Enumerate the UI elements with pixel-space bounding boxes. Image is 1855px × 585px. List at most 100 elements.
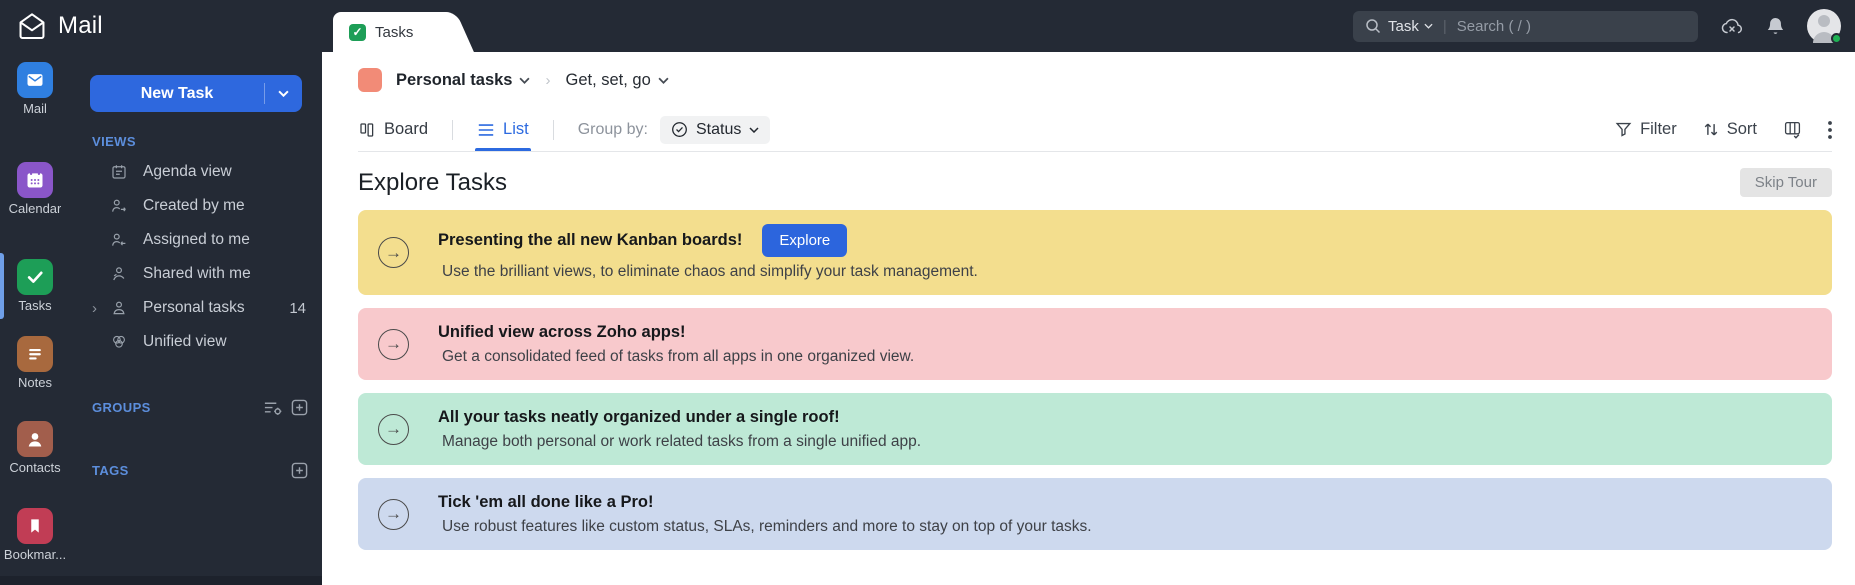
sidebar-item-agenda-view[interactable]: Agenda view [70, 155, 322, 189]
breadcrumb-list-dropdown[interactable]: Personal tasks [396, 71, 531, 90]
person-share-icon [110, 265, 130, 283]
rail-item-bookmarks[interactable]: Bookmar... [0, 508, 70, 562]
online-status-dot [1831, 33, 1842, 44]
chevron-down-icon [1424, 23, 1433, 29]
mail-logo-icon [16, 12, 48, 40]
banner-subtitle: Manage both personal or work related tas… [442, 432, 922, 450]
group-by-label: Group by: [577, 120, 648, 138]
left-dark-panel: Mail Calendar Tasks Notes Contacts Bookm… [0, 52, 322, 585]
more-options-button[interactable] [1828, 120, 1832, 139]
groups-header: GROUPS [92, 399, 322, 416]
zoho-mail-tasks-app: Mail ✓ Tasks Task | Search ( / ) Mail Ca… [0, 0, 1855, 585]
rail-item-notes[interactable]: Notes [0, 336, 70, 390]
chevron-down-icon [658, 77, 669, 84]
sidebar-item-unified-view[interactable]: Unified view [70, 325, 322, 359]
banner-subtitle: Use robust features like custom status, … [442, 517, 1092, 535]
search-scope-dropdown[interactable]: Task [1388, 18, 1433, 35]
tour-banners: → Presenting the all new Kanban boards! … [358, 210, 1832, 550]
views-header: VIEWS [92, 134, 136, 149]
cloud-offline-icon[interactable] [1720, 16, 1744, 36]
notifications-bell-icon[interactable] [1766, 16, 1785, 37]
add-group-icon[interactable] [291, 399, 308, 416]
search-input[interactable]: Search ( / ) [1457, 18, 1531, 35]
banner-unified-view: → Unified view across Zoho apps! Get a c… [358, 308, 1832, 380]
calendar-icon [17, 162, 53, 198]
tab-tasks[interactable]: ✓ Tasks [333, 12, 441, 52]
sort-button[interactable]: Sort [1703, 120, 1757, 139]
banner-subtitle: Get a consolidated feed of tasks from al… [442, 347, 915, 365]
explore-button[interactable]: Explore [762, 224, 848, 257]
filter-funnel-icon [1615, 122, 1632, 137]
user-avatar[interactable] [1807, 9, 1842, 44]
person-arrow-in-icon [110, 231, 130, 249]
tab-list[interactable]: List [475, 108, 531, 151]
expand-chevron-icon[interactable]: › [92, 300, 97, 317]
tasks-icon [17, 259, 53, 295]
sidebar-bottom-strip [0, 576, 322, 585]
status-check-icon [672, 122, 687, 137]
group-by-status-dropdown[interactable]: Status [659, 115, 771, 144]
breadcrumb-separator: › [545, 71, 551, 89]
manage-groups-icon[interactable] [263, 400, 282, 416]
columns-icon [1784, 121, 1801, 139]
arrow-right-icon[interactable]: → [378, 498, 409, 530]
banner-title: Presenting the all new Kanban boards! [438, 231, 743, 249]
add-tag-icon[interactable] [291, 462, 308, 479]
agenda-icon [110, 163, 130, 181]
tab-label: Tasks [375, 23, 414, 41]
topbar-right: Task | Search ( / ) [1353, 9, 1855, 44]
page-title: Explore Tasks [358, 168, 507, 196]
skip-tour-button[interactable]: Skip Tour [1739, 168, 1832, 197]
zoho-mail-logo[interactable]: Mail [0, 12, 103, 40]
sidebar-item-created-by-me[interactable]: Created by me [70, 189, 322, 223]
rail-item-contacts[interactable]: Contacts [0, 421, 70, 475]
arrow-right-icon[interactable]: → [378, 413, 409, 445]
personal-tasks-count: 14 [289, 299, 306, 317]
sidebar-item-assigned-to-me[interactable]: Assigned to me [70, 223, 322, 257]
banner-title: Tick 'em all done like a Pro! [438, 492, 654, 511]
banner-pro: → Tick 'em all done like a Pro! Use robu… [358, 478, 1832, 550]
search-divider: | [1442, 17, 1447, 35]
sort-arrows-icon [1704, 123, 1718, 136]
search-bar[interactable]: Task | Search ( / ) [1353, 10, 1698, 42]
avatar-silhouette [1818, 15, 1830, 27]
arrow-right-icon[interactable]: → [378, 328, 409, 360]
banner-subtitle: Use the brilliant views, to eliminate ch… [442, 263, 978, 280]
sidebar: New Task VIEWS Agenda view Created by me… [70, 52, 322, 585]
unified-circles-icon [110, 333, 130, 351]
contacts-icon [17, 421, 53, 457]
arrow-right-icon[interactable]: → [378, 237, 409, 268]
person-arrow-out-icon [110, 197, 130, 215]
search-icon [1365, 18, 1381, 34]
new-task-button[interactable]: New Task [90, 75, 302, 112]
tab-board[interactable]: Board [358, 108, 428, 151]
topbar: Mail ✓ Tasks Task | Search ( / ) [0, 0, 1855, 52]
filter-button[interactable]: Filter [1615, 120, 1677, 139]
sidebar-item-shared-with-me[interactable]: Shared with me [70, 257, 322, 291]
chevron-down-icon [749, 126, 759, 133]
sidebar-item-personal-tasks[interactable]: › Personal tasks 14 [70, 291, 322, 325]
kebab-menu-icon [1828, 120, 1832, 139]
breadcrumb-view-dropdown[interactable]: Get, set, go [565, 71, 669, 90]
tags-header: TAGS [92, 462, 322, 479]
list-icon [478, 123, 494, 136]
rail-item-calendar[interactable]: Calendar [0, 162, 70, 216]
banner-single-roof: → All your tasks neatly organized under … [358, 393, 1832, 465]
rail-item-mail[interactable]: Mail [0, 62, 70, 116]
notes-icon [17, 336, 53, 372]
app-rail: Mail Calendar Tasks Notes Contacts Bookm… [0, 52, 70, 585]
view-toolbar: Board List Group by: Status Filter Sort [358, 108, 1832, 152]
logo-text: Mail [58, 12, 103, 39]
chevron-down-icon [519, 77, 531, 84]
person-icon [110, 299, 130, 317]
list-color-swatch [358, 68, 382, 92]
columns-button[interactable] [1783, 120, 1802, 139]
explore-header: Explore Tasks Skip Tour [358, 168, 1832, 197]
tasks-check-icon: ✓ [349, 23, 366, 41]
banner-title: All your tasks neatly organized under a … [438, 407, 840, 426]
board-icon [360, 122, 374, 137]
rail-item-tasks[interactable]: Tasks [0, 253, 70, 319]
new-task-dropdown-icon[interactable] [265, 90, 302, 97]
breadcrumb: Personal tasks › Get, set, go [358, 52, 1832, 108]
main-content: Personal tasks › Get, set, go Board List [322, 52, 1855, 585]
